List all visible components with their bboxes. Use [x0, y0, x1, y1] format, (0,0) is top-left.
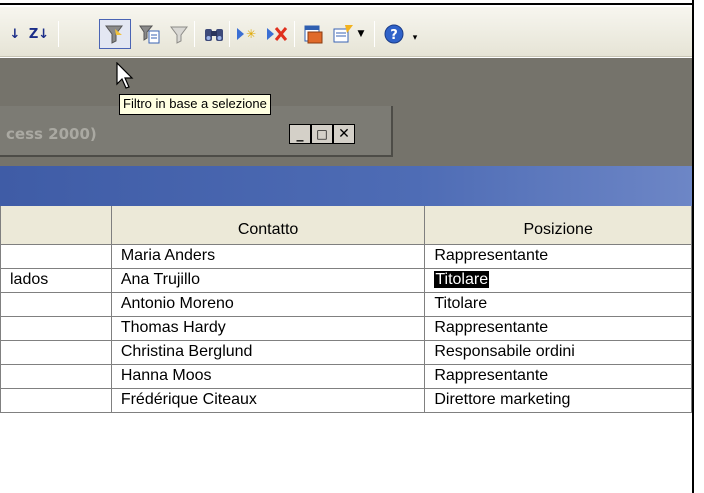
table-cell[interactable]: Frédérique Citeaux: [110, 387, 426, 413]
help-icon: ?: [384, 24, 404, 44]
column-header-posizione[interactable]: Posizione: [424, 206, 692, 245]
tooltip: Filtro in base a selezione: [119, 94, 271, 115]
table-row: Antonio Moreno Titolare: [0, 291, 692, 317]
filter-by-form-icon: [139, 25, 160, 44]
table-cell[interactable]: Responsabile ordini: [424, 339, 692, 365]
help-button[interactable]: ?: [381, 21, 407, 47]
sort-ascending-icon: ↓: [9, 26, 21, 42]
table-cell[interactable]: Thomas Hardy: [110, 315, 426, 341]
column-header-contatto[interactable]: Contatto: [110, 206, 426, 245]
sort-ascending-button[interactable]: ↓: [2, 21, 28, 47]
table-cell[interactable]: [0, 387, 112, 413]
mouse-cursor-icon: [116, 62, 134, 89]
database-window-icon: [304, 25, 323, 44]
new-object-dropdown[interactable]: ▼: [354, 21, 368, 47]
datasheet: Contatto Posizione Maria Anders Rapprese…: [0, 206, 692, 493]
table-cell[interactable]: Titolare: [424, 291, 692, 317]
selected-text: Titolare: [434, 271, 490, 288]
funnel-icon: [170, 26, 188, 44]
toolbar-separator: [194, 21, 195, 47]
table-row: lados Ana Trujillo Titolare: [0, 267, 692, 293]
table-row: Hanna Moos Rappresentante: [0, 363, 692, 389]
find-button[interactable]: [201, 21, 227, 47]
database-window-button[interactable]: [300, 21, 326, 47]
delete-record-button[interactable]: [264, 21, 290, 47]
apply-filter-button[interactable]: [166, 21, 192, 47]
minimize-icon: _: [296, 126, 304, 142]
table-cell[interactable]: Rappresentante: [424, 243, 692, 269]
table-cell[interactable]: Maria Anders: [110, 243, 426, 269]
dropdown-arrow-icon: ▼: [357, 29, 365, 39]
filter-by-selection-button[interactable]: [99, 19, 131, 49]
toolbar-options-icon: ▾: [412, 33, 418, 43]
toolbar-options-button[interactable]: ▾: [410, 25, 420, 51]
sort-descending-button[interactable]: Z↓: [26, 21, 52, 47]
window-right-border: [692, 0, 704, 493]
minimize-button[interactable]: _: [289, 124, 311, 144]
svg-text:✳: ✳: [246, 27, 256, 41]
workspace-background: cess 2000) _ □ ✕: [0, 58, 692, 166]
table-cell[interactable]: Christina Berglund: [110, 339, 426, 365]
column-header-company[interactable]: [0, 206, 112, 245]
svg-text:?: ?: [390, 28, 398, 43]
table-cell-selected[interactable]: Titolare: [424, 267, 692, 293]
toolbar: ↓ Z↓ ✳ ▼ ? ▾: [0, 7, 692, 57]
toolbar-separator: [58, 21, 59, 47]
filter-by-form-button[interactable]: [137, 21, 163, 47]
table-cell[interactable]: Hanna Moos: [110, 363, 426, 389]
table-cell[interactable]: Rappresentante: [424, 315, 692, 341]
table-cell[interactable]: [0, 291, 112, 317]
table-cell[interactable]: [0, 339, 112, 365]
delete-record-icon: [267, 27, 288, 41]
table-row: Christina Berglund Responsabile ordini: [0, 339, 692, 365]
sort-descending-icon: Z↓: [28, 26, 50, 42]
table-cell[interactable]: Antonio Moreno: [110, 291, 426, 317]
form-header-band: [0, 166, 692, 206]
table-cell[interactable]: Direttore marketing: [424, 387, 692, 413]
new-object-icon: [333, 25, 353, 43]
table-cell[interactable]: lados: [0, 267, 112, 293]
close-icon: ✕: [338, 126, 350, 142]
new-object-button[interactable]: [330, 21, 356, 47]
header-row: Contatto Posizione: [0, 206, 692, 245]
close-button[interactable]: ✕: [333, 124, 355, 144]
new-record-button[interactable]: ✳: [234, 21, 260, 47]
table-cell[interactable]: Ana Trujillo: [110, 267, 426, 293]
window-top-border: [0, 0, 704, 5]
table-cell[interactable]: [0, 243, 112, 269]
toolbar-separator: [229, 21, 230, 47]
table-row: Thomas Hardy Rappresentante: [0, 315, 692, 341]
new-record-icon: ✳: [237, 27, 256, 41]
toolbar-separator: [374, 21, 375, 47]
maximize-icon: □: [316, 127, 328, 141]
maximize-button[interactable]: □: [311, 124, 333, 144]
document-title: cess 2000): [6, 125, 97, 143]
filter-by-selection-icon: [105, 25, 123, 44]
table-cell[interactable]: [0, 363, 112, 389]
datasheet-table: Contatto Posizione Maria Anders Rapprese…: [0, 206, 692, 413]
table-row: Frédérique Citeaux Direttore marketing: [0, 387, 692, 413]
toolbar-separator: [294, 21, 295, 47]
table-cell[interactable]: [0, 315, 112, 341]
table-cell[interactable]: Rappresentante: [424, 363, 692, 389]
binoculars-icon: [205, 29, 223, 41]
table-row: Maria Anders Rappresentante: [0, 243, 692, 269]
